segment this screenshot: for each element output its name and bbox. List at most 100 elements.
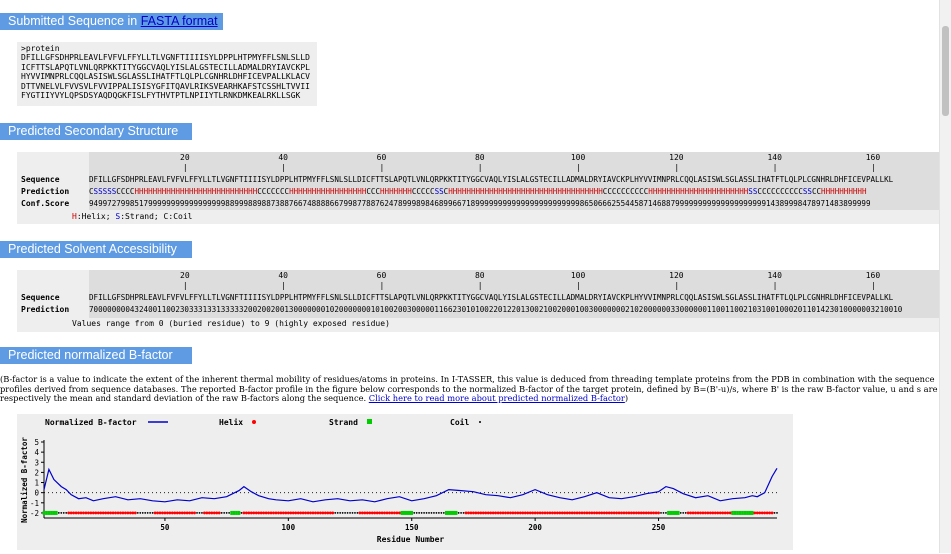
chart-coil-marker xyxy=(418,512,421,514)
chart-coil-marker xyxy=(225,512,228,514)
chart-helix-marker xyxy=(205,511,209,515)
bf-description: (B-factor is a value to indicate the ext… xyxy=(0,374,940,404)
chart-helix-marker xyxy=(128,511,132,515)
chart-helix-marker xyxy=(657,511,660,515)
chart-helix-marker xyxy=(615,511,618,515)
chart-helix-marker xyxy=(299,511,303,515)
ss-section-header: Predicted Secondary Structure xyxy=(0,123,192,140)
chart-strand-marker xyxy=(454,510,458,515)
vertical-scrollbar[interactable] xyxy=(939,0,951,553)
chart-helix-marker xyxy=(578,511,581,515)
chart-helix-marker xyxy=(180,511,184,515)
ruler-tick-mark: | xyxy=(870,163,876,172)
ruler-tick-mark: | xyxy=(379,281,385,290)
chart-legend-label: Helix xyxy=(219,417,243,427)
chart-helix-marker xyxy=(563,511,567,515)
chart-coil-marker xyxy=(334,512,337,514)
chart-coil-marker xyxy=(240,512,243,514)
bf-read-more-link[interactable]: Click here to read more about predicted … xyxy=(369,393,625,403)
ruler-tick-label: 120 xyxy=(669,153,684,162)
chart-strand-marker xyxy=(674,510,678,515)
chart-strand-marker xyxy=(746,510,749,515)
chart-x-tick-label: 100 xyxy=(282,523,296,532)
chart-helix-marker xyxy=(644,511,648,515)
chart-helix-marker xyxy=(294,511,298,515)
chart-coil-marker xyxy=(660,512,662,514)
chart-helix-marker xyxy=(277,511,280,515)
chart-helix-marker xyxy=(67,511,71,515)
chart-helix-marker xyxy=(558,511,562,515)
ruler-tick-label: 140 xyxy=(767,271,782,280)
chart-helix-marker xyxy=(116,511,120,515)
chart-helix-marker xyxy=(373,511,377,515)
chart-coil-marker xyxy=(428,512,430,514)
chart-helix-marker xyxy=(264,511,268,515)
chart-strand-marker xyxy=(447,510,451,515)
chart-helix-marker xyxy=(755,511,759,515)
ss-panel: 20 | 40 | 60 | 80 | 100 | 120 | 140 | 160 | Sequence DF… xyxy=(17,152,940,224)
ruler-tick-mark: | xyxy=(576,163,581,172)
chart-coil-marker xyxy=(57,512,60,514)
chart-coil-marker xyxy=(149,512,152,514)
chart-coil-marker xyxy=(437,512,440,514)
chart-helix-marker xyxy=(753,511,757,515)
chart-helix-marker xyxy=(536,511,540,515)
chart-strand-marker xyxy=(230,510,233,515)
chart-y-tick-label: 0 xyxy=(34,489,39,498)
chart-coil-marker xyxy=(146,512,149,514)
chart-helix-marker xyxy=(481,511,485,515)
chart-helix-marker xyxy=(543,511,547,515)
chart-helix-marker xyxy=(590,511,594,515)
chart-helix-marker xyxy=(131,511,135,515)
chart-coil-marker xyxy=(344,512,346,514)
chart-helix-marker xyxy=(370,511,374,515)
chart-helix-marker xyxy=(190,511,194,515)
chart-coil-marker xyxy=(440,512,443,514)
chart-helix-marker xyxy=(506,511,510,515)
chart-helix-marker xyxy=(647,511,651,515)
ruler-tick-mark: | xyxy=(674,163,680,172)
chart-helix-marker xyxy=(652,511,655,515)
chart-helix-marker xyxy=(156,511,159,515)
chart-legend-label: Strand xyxy=(329,418,358,427)
chart-y-axis-label: Normalized B-factor xyxy=(20,437,29,523)
chart-helix-marker xyxy=(316,511,320,515)
fasta-format-link[interactable]: FASTA format xyxy=(141,14,218,28)
chart-helix-marker xyxy=(721,511,725,515)
chart-helix-marker xyxy=(106,511,110,515)
chart-x-tick-label: 200 xyxy=(528,523,542,532)
chart-helix-marker xyxy=(467,511,470,515)
chart-coil-marker xyxy=(423,512,425,514)
chart-helix-marker xyxy=(249,511,253,515)
chart-coil-marker xyxy=(356,512,359,514)
ss-legend: H:Helix; S:Strand; C:Coil xyxy=(72,212,192,221)
chart-helix-marker xyxy=(523,511,527,515)
chart-helix-marker xyxy=(629,511,633,515)
chart-legend-dot-swatch xyxy=(479,421,481,423)
chart-y-tick-label: 4 xyxy=(34,448,39,457)
chart-helix-marker xyxy=(360,511,364,515)
chart-coil-marker xyxy=(151,512,154,514)
ruler-tick-mark: | xyxy=(379,163,385,172)
chart-helix-marker xyxy=(691,511,695,515)
fasta-line: ICFTTSLAPQTLVNLQRPKKTITYGGCVAQLYISLALGST… xyxy=(21,62,310,72)
chart-coil-marker xyxy=(136,512,139,514)
ss-prediction-label: Prediction xyxy=(21,187,70,196)
chart-y-tick-label: 2 xyxy=(34,468,39,477)
fasta-sequence-block: >protein DFILLGFSDHPRLEAVLFVFVLFFYLLTLVGN… xyxy=(17,42,317,106)
chart-helix-marker xyxy=(541,511,544,515)
chart-helix-marker xyxy=(701,511,705,515)
chart-helix-marker xyxy=(286,511,290,515)
scrollbar-thumb[interactable] xyxy=(942,26,949,116)
chart-helix-marker xyxy=(331,511,335,515)
chart-strand-marker xyxy=(672,510,675,515)
chart-helix-marker xyxy=(309,511,312,515)
chart-helix-marker xyxy=(124,511,127,515)
chart-coil-marker xyxy=(679,512,682,514)
chart-helix-marker xyxy=(323,511,327,515)
chart-helix-marker xyxy=(568,511,572,515)
chart-helix-marker xyxy=(247,511,251,515)
chart-helix-marker xyxy=(326,511,330,515)
sa-section-header: Predicted Solvent Accessibility xyxy=(0,241,192,258)
chart-strand-marker xyxy=(751,510,754,515)
